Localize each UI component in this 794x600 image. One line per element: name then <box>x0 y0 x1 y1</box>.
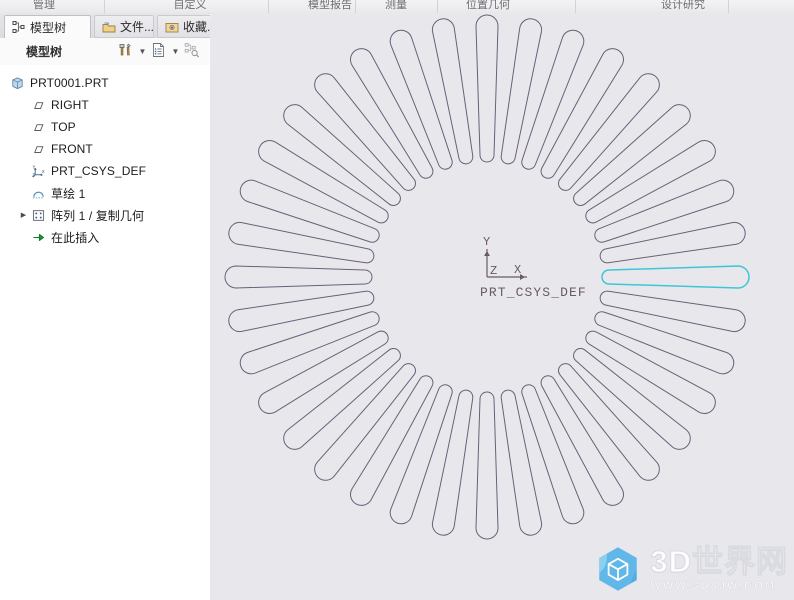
tree-columns-chevron-down-icon[interactable]: ▼ <box>170 41 181 63</box>
csys-icon: YZX <box>30 163 46 179</box>
slot-outline[interactable] <box>475 391 499 540</box>
ribbon-group-labels-strip: 管理 自定义 模型报告 测量 位置几何 设计研究 <box>0 0 794 14</box>
ribbon-separator <box>728 0 729 13</box>
folder-icon <box>102 20 116 34</box>
tree-item-2[interactable]: TOP <box>0 116 209 138</box>
tree-item-label: FRONT <box>51 142 93 156</box>
tree-item-label: 草绘 1 <box>51 186 86 201</box>
datum-plane-icon <box>30 97 46 113</box>
slot-outline[interactable] <box>500 18 543 165</box>
model-tree-list[interactable]: PRT0001.PRT RIGHT TOP FRONT Y Z X PRT_CSYS_DEF 草… <box>0 65 209 600</box>
tab-favorites[interactable]: 收藏... <box>157 15 217 38</box>
part-icon <box>9 75 25 91</box>
model-tree-title: 模型树 <box>26 45 63 59</box>
ribbon-group-label[interactable]: 测量 <box>366 0 426 11</box>
tree-item-0[interactable]: PRT0001.PRT <box>0 72 209 94</box>
datum-plane-icon <box>30 119 46 135</box>
tab-model-tree-label: 模型树 <box>30 20 67 35</box>
tree-columns-button[interactable] <box>148 41 170 63</box>
insert-here-icon <box>30 229 46 245</box>
cad-application-window: 管理 自定义 模型报告 测量 位置几何 设计研究 模型树 文件... 收藏...… <box>0 0 794 600</box>
favorites-icon <box>165 20 179 34</box>
tree-item-label: PRT_CSYS_DEF <box>51 164 147 178</box>
tree-item-label: 在此插入 <box>51 230 100 245</box>
svg-text:X: X <box>41 169 44 174</box>
tab-files-label: 文件... <box>120 20 155 34</box>
ribbon-group-label[interactable]: 模型报告 <box>290 0 370 11</box>
ribbon-separator <box>268 0 269 13</box>
tree-item-label: PRT0001.PRT <box>30 76 109 90</box>
slot-outline[interactable] <box>500 389 543 536</box>
tree-item-label: TOP <box>51 120 76 134</box>
tab-model-tree[interactable]: 模型树 <box>4 15 91 39</box>
tree-item-1[interactable]: RIGHT <box>0 94 209 116</box>
svg-text:Y: Y <box>32 164 35 169</box>
slot-highlighted[interactable] <box>601 265 750 289</box>
datum-plane-icon <box>30 141 46 157</box>
expand-triangle-icon[interactable]: ▶ <box>17 204 30 226</box>
tree-filter-icon <box>183 41 201 62</box>
model-tree-toolbar: 模型树 ▼ ▼ <box>0 38 209 66</box>
coordinate-system-triad[interactable]: Y Z X PRT_CSYS_DEF <box>480 235 587 300</box>
axis-label-y: Y <box>483 235 490 249</box>
sketch-icon <box>30 185 46 201</box>
part-geometry-drawing: Y Z X PRT_CSYS_DEF <box>224 14 750 540</box>
panel-tabbar: 模型树 文件... 收藏... <box>0 13 217 39</box>
model-tree-panel: 模型树 文件... 收藏... 模型树 ▼ ▼ PRT0001.PRT RIGH… <box>0 13 217 600</box>
slot-outline[interactable] <box>431 389 474 536</box>
slot-outline[interactable] <box>475 14 499 163</box>
tree-item-3[interactable]: FRONT <box>0 138 209 160</box>
ribbon-group-label[interactable]: 自定义 <box>150 0 230 11</box>
slot-outline[interactable] <box>224 265 373 289</box>
tree-item-4[interactable]: Y Z X PRT_CSYS_DEF <box>0 160 209 182</box>
csys-label: PRT_CSYS_DEF <box>480 285 587 300</box>
tree-columns-icon <box>150 41 168 62</box>
ribbon-separator <box>575 0 576 13</box>
graphics-viewport[interactable]: Y Z X PRT_CSYS_DEF 3D世界网 WWW.3D8JW.COM <box>210 13 794 600</box>
axis-label-x: X <box>514 263 521 277</box>
model-tree-icon <box>12 20 26 34</box>
settings-tools-button[interactable] <box>115 41 137 63</box>
tree-item-label: RIGHT <box>51 98 89 112</box>
pattern-icon <box>30 207 46 223</box>
tree-item-label: 阵列 1 / 复制几何 <box>51 208 145 223</box>
ribbon-group-label[interactable]: 设计研究 <box>640 0 726 11</box>
tree-item-7[interactable]: 在此插入 <box>0 226 209 248</box>
axis-label-z: Z <box>490 264 497 278</box>
tab-files[interactable]: 文件... <box>94 15 154 38</box>
slot-outline[interactable] <box>228 221 375 264</box>
slot-outline[interactable] <box>431 18 474 165</box>
slot-outline[interactable] <box>599 221 746 264</box>
settings-tools-chevron-down-icon[interactable]: ▼ <box>137 41 148 63</box>
slot-outline[interactable] <box>228 290 375 333</box>
tree-item-6[interactable]: ▶ 阵列 1 / 复制几何 <box>0 204 209 226</box>
slot-outline[interactable] <box>599 290 746 333</box>
settings-tools-icon <box>117 41 135 62</box>
tree-item-5[interactable]: 草绘 1 <box>0 182 209 204</box>
ribbon-group-label[interactable]: 管理 <box>4 0 84 11</box>
ribbon-separator <box>437 0 438 13</box>
ribbon-group-label[interactable]: 位置几何 <box>445 0 531 11</box>
ribbon-separator <box>104 0 105 13</box>
tree-filter-button[interactable] <box>181 41 203 63</box>
